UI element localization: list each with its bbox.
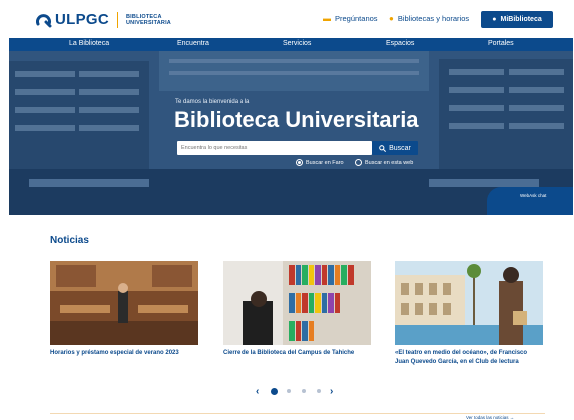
news-caption-1[interactable]: Horarios y préstamo especial de verano 2… bbox=[50, 349, 200, 358]
news-pager: ‹ › bbox=[0, 386, 574, 398]
section-divider bbox=[50, 413, 545, 414]
nav-la-biblioteca[interactable]: La Biblioteca bbox=[69, 40, 109, 47]
nav-encuentra[interactable]: Encuentra bbox=[177, 40, 209, 47]
webask-chat-label: WebAsk chat bbox=[520, 193, 547, 198]
news-image-3[interactable] bbox=[395, 261, 543, 345]
news-image-2[interactable] bbox=[223, 261, 371, 345]
theater-book-photo bbox=[395, 261, 543, 345]
logo-divider bbox=[117, 11, 118, 28]
search-input[interactable] bbox=[177, 141, 372, 155]
news-caption-2[interactable]: Cierre de la Biblioteca del Campus de Ta… bbox=[223, 349, 373, 358]
brand-subtitle-line2: UNIVERSITARIA bbox=[126, 19, 171, 26]
ask-us-link[interactable]: ▬ Pregúntanos bbox=[323, 14, 378, 23]
user-icon: ● bbox=[492, 16, 497, 23]
brand-name: ULPGC bbox=[55, 11, 109, 28]
pager-dot-3[interactable] bbox=[302, 389, 306, 393]
site-logo[interactable]: ULPGC BIBLIOTECA UNIVERSITARIA bbox=[36, 11, 171, 28]
hero-title: Biblioteca Universitaria bbox=[174, 107, 419, 132]
libraries-hours-label: Bibliotecas y horarios bbox=[397, 14, 470, 23]
radio-search-web[interactable]: Buscar en esta web bbox=[355, 159, 413, 166]
radio-selected-icon bbox=[296, 159, 303, 166]
summer-hours-photo bbox=[50, 261, 198, 345]
radio-unselected-icon bbox=[355, 159, 362, 166]
search-button-label: Buscar bbox=[389, 144, 411, 152]
nav-portales[interactable]: Portales bbox=[488, 40, 514, 47]
radio-faro-label: Buscar en Faro bbox=[306, 159, 344, 166]
news-image-1[interactable] bbox=[50, 261, 198, 345]
nav-servicios[interactable]: Servicios bbox=[283, 40, 311, 47]
chat-bubble-icon: ▬ bbox=[323, 14, 331, 23]
campus-closure-photo bbox=[223, 261, 371, 345]
news-heading: Noticias bbox=[50, 235, 89, 246]
mibiblioteca-button[interactable]: ● MiBiblioteca bbox=[481, 11, 553, 28]
hero-welcome-text: Te damos la bienvenida a la bbox=[175, 99, 250, 105]
ulpgc-logo-icon bbox=[36, 13, 52, 27]
pager-dot-4[interactable] bbox=[317, 389, 321, 393]
map-pin-icon: ● bbox=[389, 14, 394, 23]
news-caption-3-line2: Juan Quevedo García, en el Club de lectu… bbox=[395, 359, 519, 365]
see-all-news-link[interactable]: Ver todas las noticias → bbox=[466, 415, 514, 420]
radio-web-label: Buscar en esta web bbox=[365, 159, 414, 166]
search-icon bbox=[379, 144, 387, 152]
news-caption-3[interactable]: «El teatro en medio del océano», de Fran… bbox=[395, 349, 555, 367]
libraries-hours-link[interactable]: ● Bibliotecas y horarios bbox=[389, 14, 469, 23]
mibiblioteca-label: MiBiblioteca bbox=[500, 16, 542, 23]
pager-dot-1[interactable] bbox=[271, 388, 278, 395]
ask-us-label: Pregúntanos bbox=[335, 14, 378, 23]
main-nav: La Biblioteca Encuentra Servicios Espaci… bbox=[9, 38, 573, 51]
next-arrow-icon[interactable]: › bbox=[330, 386, 333, 397]
hero-banner: Te damos la bienvenida a la Biblioteca U… bbox=[9, 51, 573, 215]
prev-arrow-icon[interactable]: ‹ bbox=[256, 386, 259, 397]
brand-subtitle: BIBLIOTECA UNIVERSITARIA bbox=[126, 14, 171, 26]
pager-dot-2[interactable] bbox=[287, 389, 291, 393]
nav-espacios[interactable]: Espacios bbox=[386, 40, 414, 47]
webask-chat-tab[interactable] bbox=[487, 187, 573, 215]
library-background-image bbox=[9, 51, 573, 215]
radio-search-faro[interactable]: Buscar en Faro bbox=[296, 159, 344, 166]
site-header: ULPGC BIBLIOTECA UNIVERSITARIA ▬ Pregúnt… bbox=[0, 0, 574, 38]
news-caption-3-line1: «El teatro en medio del océano», de Fran… bbox=[395, 350, 528, 356]
search-button[interactable]: Buscar bbox=[372, 141, 418, 155]
